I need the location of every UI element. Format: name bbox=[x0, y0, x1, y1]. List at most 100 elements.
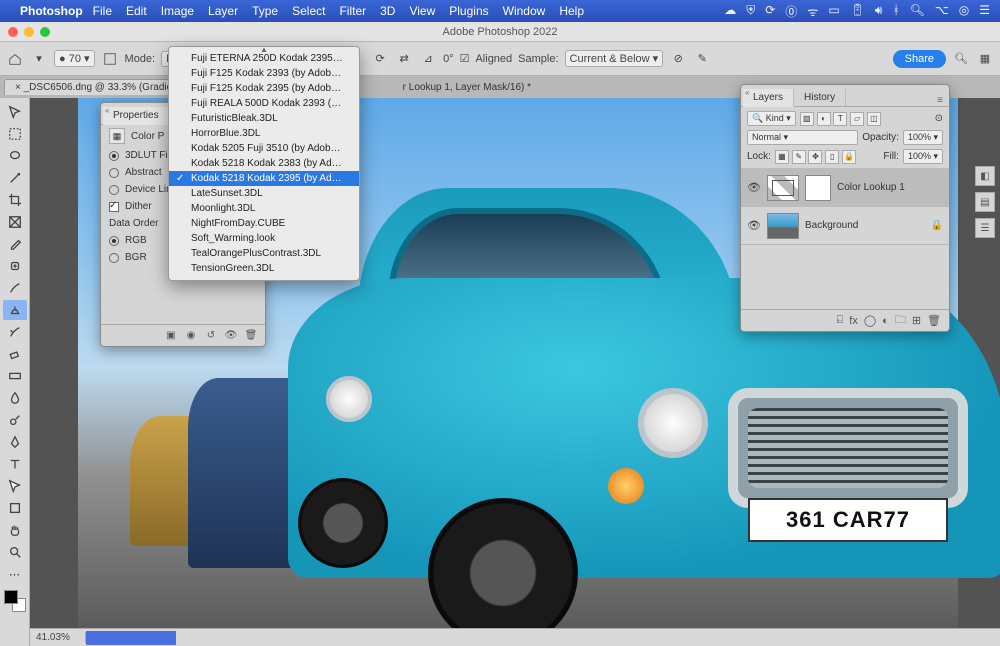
lut-item[interactable]: Kodak 5218 Kodak 2383 (by Adobe).cube bbox=[169, 156, 359, 171]
sample-select[interactable]: Current & Below ▾ bbox=[565, 50, 664, 67]
marquee-tool[interactable] bbox=[3, 124, 27, 144]
cloud-icon[interactable]: ☁︎ bbox=[724, 3, 736, 20]
adj-layer-icon[interactable]: ◐ bbox=[882, 315, 889, 327]
lock-nest-icon[interactable]: ▯ bbox=[825, 150, 839, 164]
dock-libraries-icon[interactable]: ☰ bbox=[975, 218, 995, 238]
fg-color-swatch[interactable] bbox=[4, 590, 18, 604]
healing-tool[interactable] bbox=[3, 256, 27, 276]
shield-icon[interactable]: ⛨ bbox=[746, 3, 755, 20]
dodge-tool[interactable] bbox=[3, 410, 27, 430]
zoom-tool[interactable] bbox=[3, 542, 27, 562]
layer-row[interactable]: 👁 Background 🔒 bbox=[741, 207, 949, 245]
clone-stamp-tool[interactable] bbox=[3, 300, 27, 320]
lock-trans-icon[interactable]: ▦ bbox=[775, 150, 789, 164]
panel-menu-icon[interactable]: ≡ bbox=[931, 95, 949, 106]
wifi-icon[interactable]: ᯤ bbox=[807, 3, 818, 20]
lut-item[interactable]: Kodak 5205 Fuji 3510 (by Adobe).cube bbox=[169, 141, 359, 156]
menu-view[interactable]: View bbox=[409, 4, 435, 18]
battery-icon[interactable]: 🔋︎ bbox=[850, 3, 865, 20]
brush-settings-icon[interactable] bbox=[101, 50, 119, 68]
filter-toggle[interactable]: ⊙ bbox=[935, 113, 943, 124]
volume-icon[interactable]: 🔊︎ bbox=[875, 3, 883, 20]
tools-more[interactable]: ⋯ bbox=[3, 564, 27, 584]
lut-item[interactable]: Moonlight.3DL bbox=[169, 201, 359, 216]
lut-item[interactable]: FuturisticBleak.3DL bbox=[169, 111, 359, 126]
home-icon[interactable] bbox=[6, 50, 24, 68]
menu-image[interactable]: Image bbox=[161, 4, 194, 18]
mask-icon[interactable]: ◯ bbox=[864, 314, 876, 327]
trash-icon[interactable]: 🗑 bbox=[243, 329, 259, 343]
prev-state-icon[interactable]: ◉ bbox=[183, 329, 199, 343]
lut-item[interactable]: Fuji F125 Kodak 2393 (by Adobe).cube bbox=[169, 66, 359, 81]
layer-thumb[interactable] bbox=[767, 213, 799, 239]
pressure-icon[interactable]: ✎ bbox=[693, 50, 711, 68]
lasso-tool[interactable] bbox=[3, 146, 27, 166]
siri-icon[interactable]: ◎ bbox=[959, 3, 969, 20]
workspace-icon[interactable]: ▦ bbox=[976, 50, 994, 68]
search-icon[interactable]: 🔍︎ bbox=[910, 3, 925, 20]
tool-preset-chevron[interactable]: ▾ bbox=[30, 50, 48, 68]
bluetooth-icon[interactable]: ᚼ bbox=[892, 3, 899, 20]
lock-pos-icon[interactable]: ✥ bbox=[808, 150, 822, 164]
menu-edit[interactable]: Edit bbox=[126, 4, 147, 18]
filter-type-icon[interactable]: T bbox=[833, 112, 847, 126]
layer-name[interactable]: Color Lookup 1 bbox=[837, 182, 905, 193]
lock-paint-icon[interactable]: ✎ bbox=[792, 150, 806, 164]
filter-pixel-icon[interactable]: ▧ bbox=[800, 112, 814, 126]
delete-layer-icon[interactable]: 🗑 bbox=[927, 314, 941, 327]
radio-devicelink[interactable] bbox=[109, 185, 119, 195]
history-tab[interactable]: History bbox=[794, 89, 846, 106]
fx-icon[interactable]: fx bbox=[849, 315, 858, 327]
mask-thumb[interactable] bbox=[805, 175, 831, 201]
menu-plugins[interactable]: Plugins bbox=[449, 4, 488, 18]
lut-item[interactable]: Soft_Warming.look bbox=[169, 231, 359, 246]
notifications-icon[interactable]: ☰ bbox=[979, 3, 990, 20]
layers-tab[interactable]: Layers bbox=[743, 89, 794, 107]
visibility-icon[interactable]: 👁 bbox=[223, 329, 239, 343]
wand-tool[interactable] bbox=[3, 168, 27, 188]
lut-item[interactable]: LateSunset.3DL bbox=[169, 186, 359, 201]
lut-item[interactable]: Fuji F125 Kodak 2395 (by Adobe).cube bbox=[169, 81, 359, 96]
lut-item[interactable]: HorrorBlue.3DL bbox=[169, 126, 359, 141]
search-ps-icon[interactable]: 🔍︎ bbox=[952, 50, 970, 68]
color-swatches[interactable] bbox=[4, 590, 26, 612]
zoom-field[interactable]: 41.03% bbox=[30, 632, 86, 643]
lut-item[interactable]: TealOrangePlusContrast.3DL bbox=[169, 246, 359, 261]
shape-tool[interactable] bbox=[3, 498, 27, 518]
path-tool[interactable] bbox=[3, 476, 27, 496]
menu-window[interactable]: Window bbox=[503, 4, 546, 18]
menu-file[interactable]: File bbox=[93, 4, 112, 18]
blend-mode-select[interactable]: Normal ▾ bbox=[747, 130, 858, 145]
panel-collapse-icon[interactable]: « bbox=[745, 88, 749, 97]
group-icon[interactable]: 🗀 bbox=[895, 311, 906, 330]
rotate-icon[interactable]: ⟳ bbox=[371, 50, 389, 68]
fill-field[interactable]: 100% ▾ bbox=[903, 149, 943, 164]
lut-item[interactable]: Fuji ETERNA 250D Kodak 2395 (by Adobe).c… bbox=[169, 51, 359, 66]
history-brush-tool[interactable] bbox=[3, 322, 27, 342]
hand-tool[interactable] bbox=[3, 520, 27, 540]
dock-swatches-icon[interactable]: ▤ bbox=[975, 192, 995, 212]
frame-tool[interactable] bbox=[3, 212, 27, 232]
display-icon[interactable]: ▭ bbox=[828, 3, 839, 20]
filter-smart-icon[interactable]: ◫ bbox=[867, 112, 881, 126]
h-scrollbar[interactable] bbox=[86, 631, 176, 645]
menu-3d[interactable]: 3D bbox=[380, 4, 395, 18]
move-tool[interactable] bbox=[3, 102, 27, 122]
h-scroll-thumb[interactable] bbox=[86, 631, 176, 645]
menu-filter[interactable]: Filter bbox=[339, 4, 366, 18]
lut-item[interactable]: Fuji REALA 500D Kodak 2393 (by Adobe).cu… bbox=[169, 96, 359, 111]
link-layers-icon[interactable]: ⍇ bbox=[837, 314, 844, 327]
filter-shape-icon[interactable]: ▱ bbox=[850, 112, 864, 126]
crop-tool[interactable] bbox=[3, 190, 27, 210]
panel-collapse-icon[interactable]: « bbox=[105, 106, 109, 115]
clip-icon[interactable]: ▣ bbox=[163, 329, 179, 343]
eyedropper-tool[interactable] bbox=[3, 234, 27, 254]
menu-layer[interactable]: Layer bbox=[208, 4, 238, 18]
eraser-tool[interactable] bbox=[3, 344, 27, 364]
layer-name[interactable]: Background bbox=[805, 220, 858, 231]
app-name[interactable]: Photoshop bbox=[20, 4, 83, 18]
blur-tool[interactable] bbox=[3, 388, 27, 408]
lut-item-selected[interactable]: Kodak 5218 Kodak 2395 (by Adobe).cube bbox=[169, 171, 359, 186]
lock-all-icon[interactable]: 🔒 bbox=[842, 150, 856, 164]
menu-select[interactable]: Select bbox=[292, 4, 325, 18]
